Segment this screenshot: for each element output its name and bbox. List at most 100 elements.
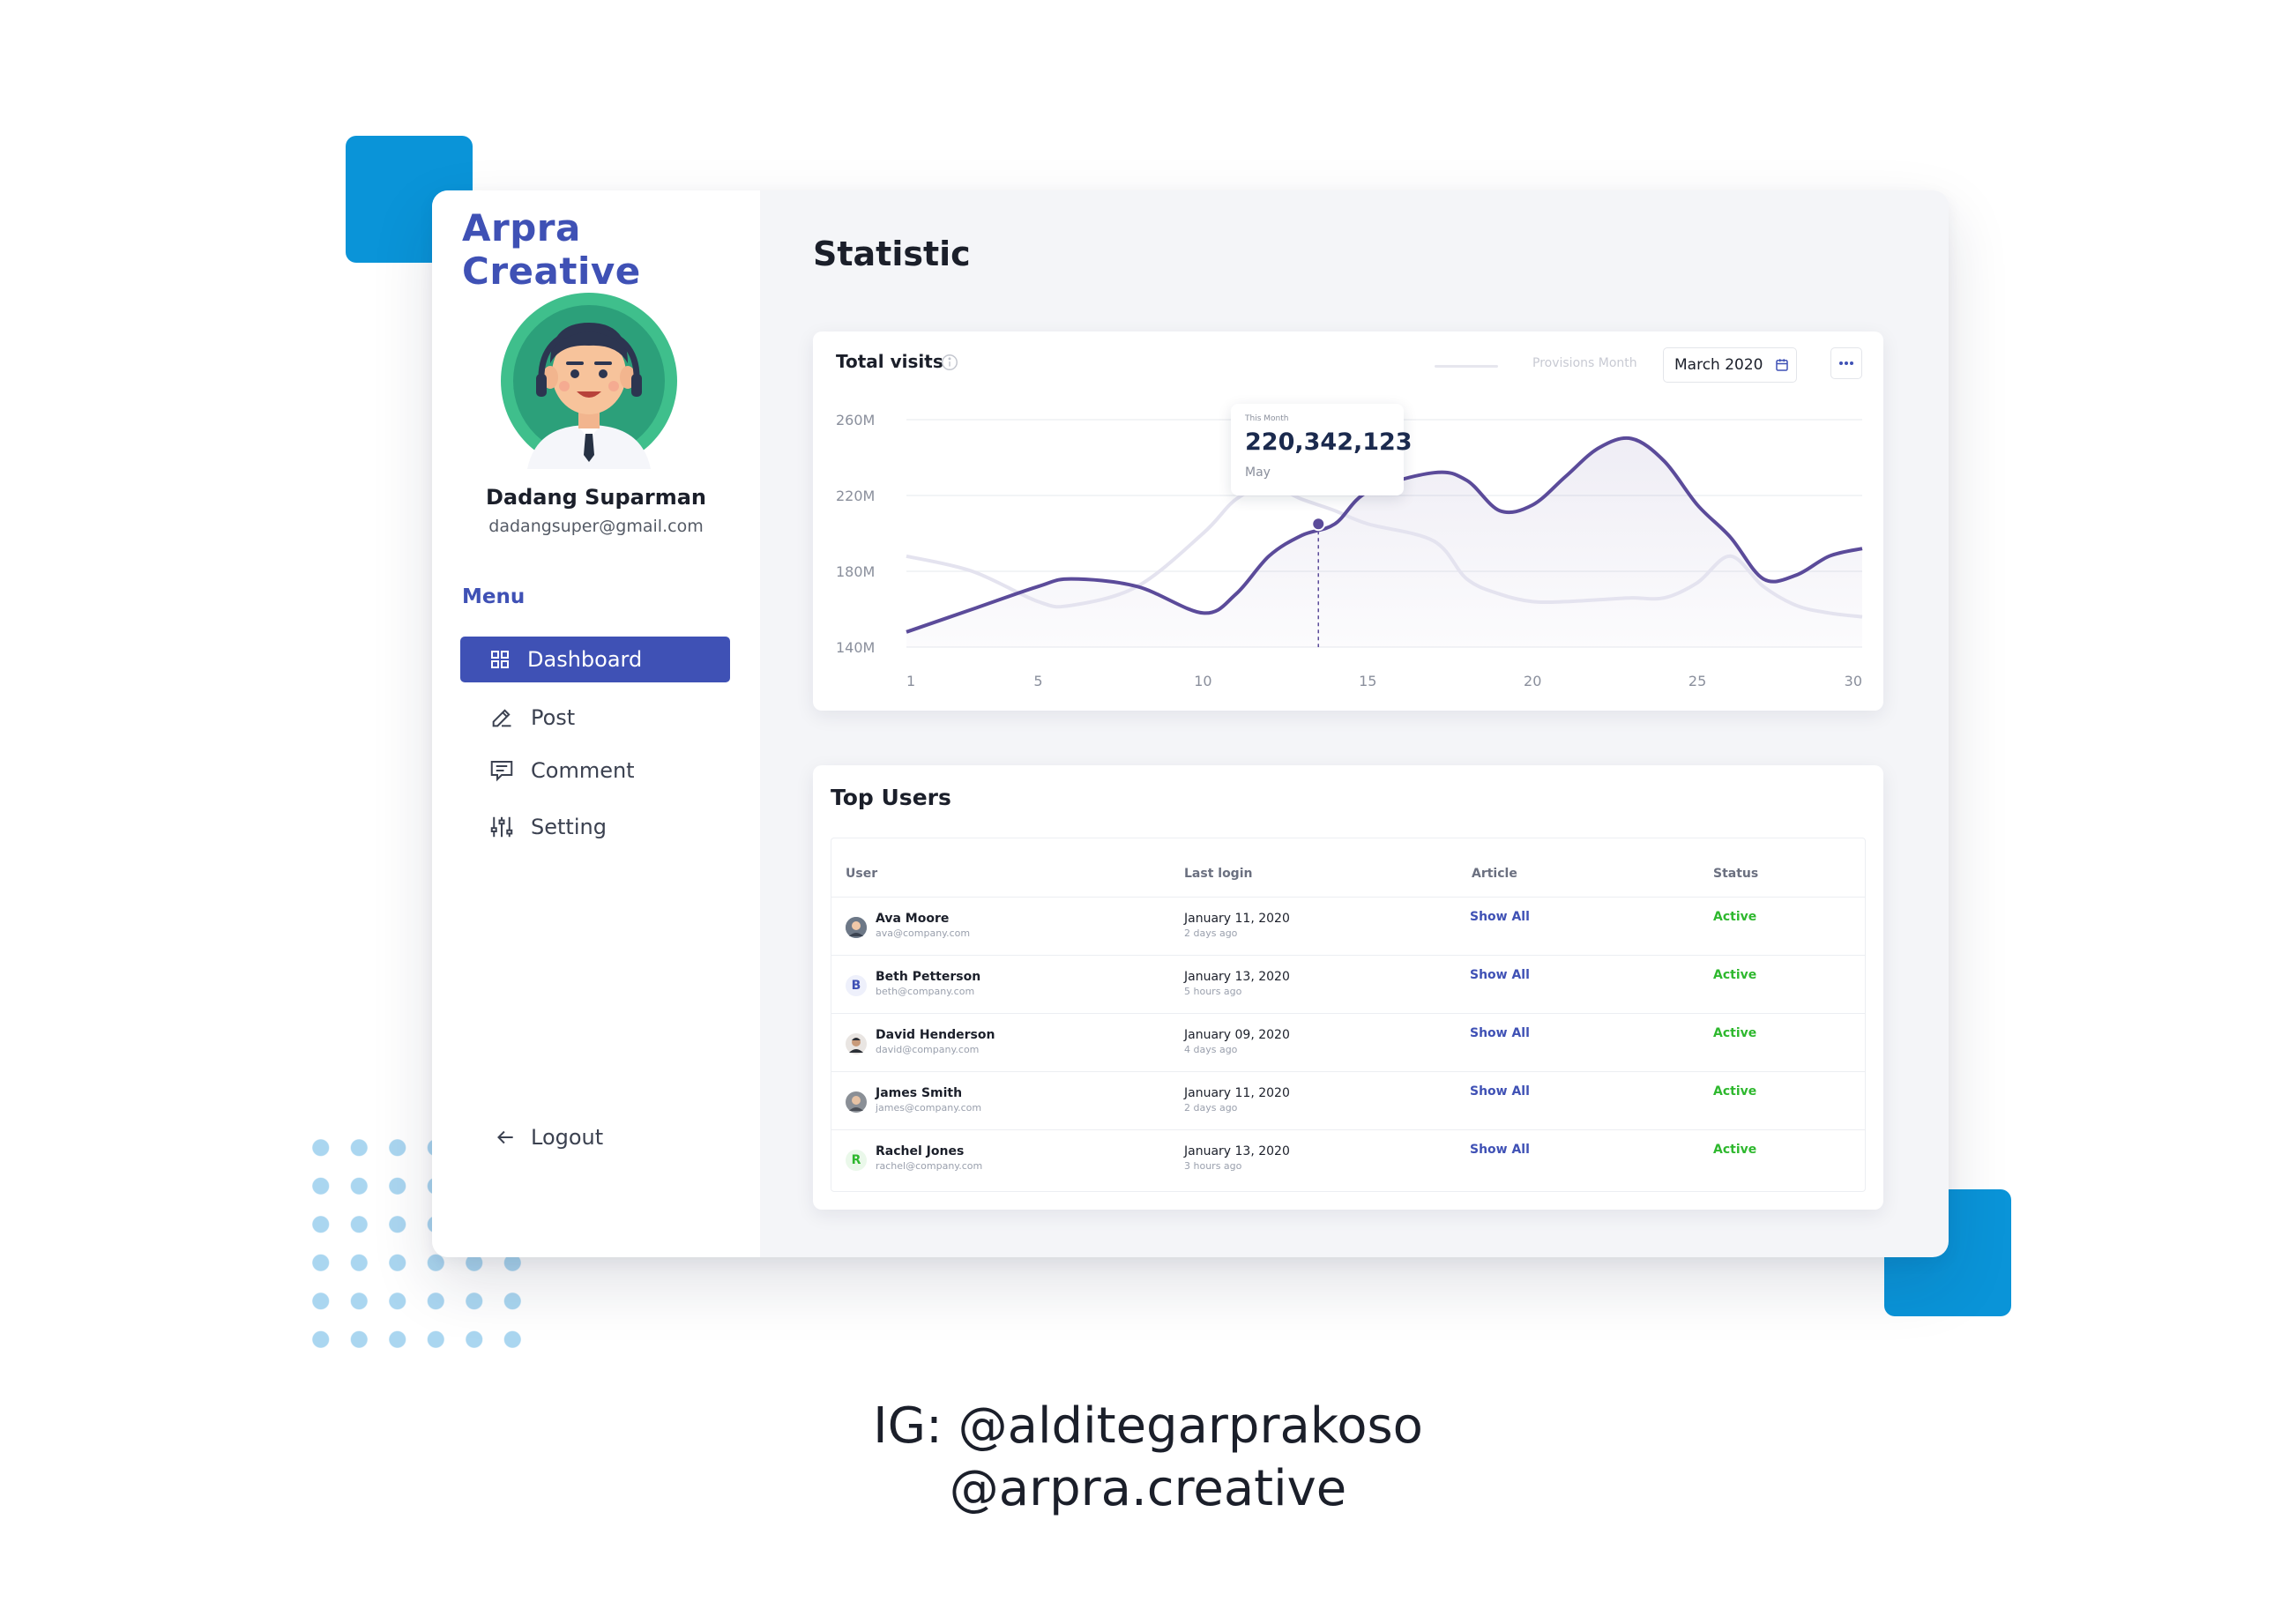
highlight-point [1311,517,1326,532]
table-row[interactable]: B Beth Petterson beth@company.com Januar… [831,955,1865,1013]
y-tick-label: 140M [836,639,875,656]
grid-icon [485,644,515,674]
canvas: Arpra Creative Dadang Suparman dadangsup… [0,0,2296,1609]
arrow-left-icon [494,1126,517,1149]
last-login-relative: 4 days ago [1184,1044,1238,1055]
show-all-link[interactable]: Show All [1470,910,1530,924]
sidebar-item-label: Setting [531,815,607,839]
tooltip-month: May [1245,466,1271,480]
main-content: Statistic 260M 220M 180M 140M 1 5 10 15 20 25 30 T… [760,190,1949,1257]
y-tick-label: 260M [836,412,875,428]
sidebar-item-comment[interactable]: Comment [460,748,730,793]
last-login-date: January 11, 2020 [1184,912,1290,926]
avatar [846,917,867,938]
last-login-date: January 13, 2020 [1184,1144,1290,1158]
column-header-last-login[interactable]: Last login [1184,867,1252,881]
user-name: Beth Petterson [876,970,981,984]
user-email: james@company.com [876,1102,982,1114]
calendar-icon [1774,357,1790,373]
column-header-user[interactable]: User [846,867,877,881]
x-tick-label: 20 [1524,673,1541,689]
brand-logo[interactable]: Arpra Creative [462,206,760,293]
user-name: Dadang Suparman [486,485,706,510]
user-name: Rachel Jones [876,1144,965,1158]
last-login-date: January 13, 2020 [1184,970,1290,984]
show-all-link[interactable]: Show All [1470,968,1530,982]
avatar: B [846,975,867,996]
x-tick-label: 1 [906,673,915,689]
last-login-date: January 11, 2020 [1184,1086,1290,1100]
sidebar-item-setting[interactable]: Setting [460,804,730,850]
last-login-relative: 5 hours ago [1184,986,1242,997]
page-title: Statistic [813,235,971,273]
table-row[interactable]: Ava Moore ava@company.com January 11, 20… [831,897,1865,955]
last-login-relative: 3 hours ago [1184,1160,1242,1172]
ellipsis-icon [1839,361,1853,365]
x-tick-label: 5 [1033,673,1042,689]
footer-brand-handle: @arpra.creative [949,1460,1347,1517]
y-tick-label: 220M [836,488,875,504]
chart-tooltip: This Month 220,342,123 May [1231,404,1413,495]
user-email: ava@company.com [876,927,971,939]
total-visits-card: 260M 220M 180M 140M 1 5 10 15 20 25 30 Total visit… [813,331,1883,711]
status-badge: Active [1713,968,1757,982]
x-tick-label: 25 [1688,673,1706,689]
user-avatar[interactable] [501,293,677,469]
more-options-button[interactable] [1830,347,1862,379]
last-login-relative: 2 days ago [1184,1102,1238,1114]
comment-icon [487,756,517,786]
table-row[interactable]: David Henderson david@company.com Januar… [831,1013,1865,1071]
user-email: david@company.com [876,1044,980,1055]
last-login-relative: 2 days ago [1184,927,1238,939]
tooltip-label: This Month [1245,414,1289,423]
sidebar-item-label: Post [531,705,576,730]
show-all-link[interactable]: Show All [1470,1084,1530,1099]
chart-title: Total visits [836,351,943,372]
logout-button[interactable]: Logout [494,1125,603,1150]
sliders-icon [487,812,517,842]
tooltip-value: 220,342,123 [1245,428,1413,456]
logout-label: Logout [531,1125,604,1150]
x-tick-label: 10 [1194,673,1211,689]
status-badge: Active [1713,1026,1757,1040]
show-all-link[interactable]: Show All [1470,1026,1530,1040]
info-icon[interactable] [940,353,959,376]
status-badge: Active [1713,1143,1757,1157]
footer-instagram-handle: IG: @alditegarprakoso [873,1397,1423,1455]
user-email: dadangsuper@gmail.com [488,517,704,536]
top-users-card: Top Users User Last login Article Status… [813,765,1883,1210]
sidebar-item-dashboard[interactable]: Dashboard [460,637,730,682]
column-header-status[interactable]: Status [1713,867,1758,881]
pencil-icon [487,703,517,733]
sidebar-item-label: Dashboard [527,647,643,672]
show-all-link[interactable]: Show All [1470,1143,1530,1157]
user-email: rachel@company.com [876,1160,983,1172]
sidebar: Arpra Creative Dadang Suparman dadangsup… [432,190,760,1257]
menu-heading: Menu [462,585,526,608]
avatar: R [846,1150,867,1171]
sidebar-item-post[interactable]: Post [460,695,730,741]
user-name: Ava Moore [876,912,950,926]
user-name: David Henderson [876,1028,995,1042]
month-selector-value: March 2020 [1674,356,1763,374]
top-users-title: Top Users [831,785,951,810]
month-selector[interactable]: March 2020 [1663,347,1797,383]
sidebar-item-label: Comment [531,758,635,783]
column-header-article[interactable]: Article [1472,867,1517,881]
y-tick-label: 180M [836,563,875,580]
status-badge: Active [1713,1084,1757,1099]
x-tick-label: 15 [1359,673,1376,689]
avatar [846,1033,867,1054]
last-login-date: January 09, 2020 [1184,1028,1290,1042]
user-name: James Smith [876,1086,963,1100]
table-row[interactable]: R Rachel Jones rachel@company.com Januar… [831,1129,1865,1188]
status-badge: Active [1713,910,1757,924]
total-visits-chart: 260M220M180M140M1 5 10 15 20 25 30 [836,412,1863,689]
legend-label: Provisions Month [1532,356,1637,370]
dashboard-window: Arpra Creative Dadang Suparman dadangsup… [432,190,1949,1257]
table-row[interactable]: James Smith james@company.com January 11… [831,1071,1865,1129]
legend-swatch [1435,365,1498,368]
users-table: User Last login Article Status Ava Moore… [831,838,1866,1192]
user-email: beth@company.com [876,986,975,997]
x-tick-label: 30 [1845,673,1862,689]
